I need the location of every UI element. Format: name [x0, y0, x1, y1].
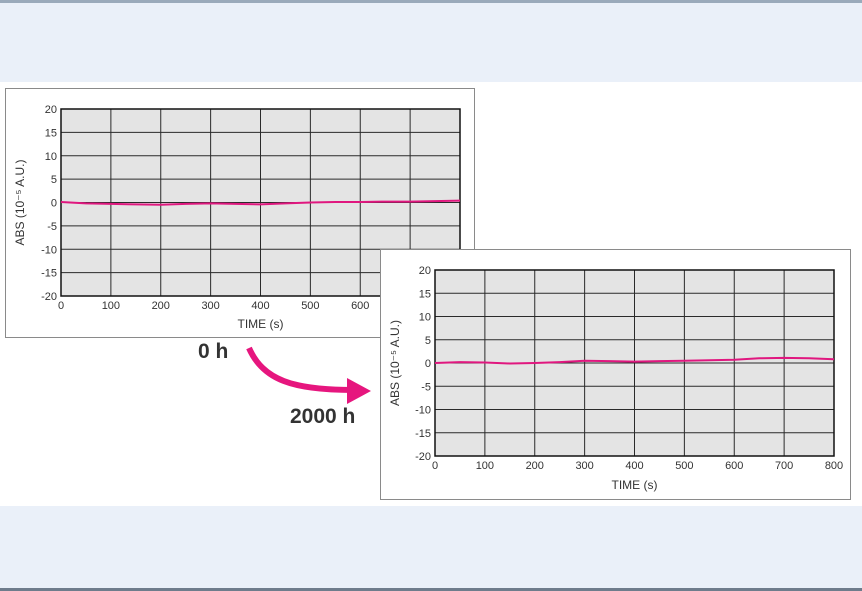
curved-arrow-icon	[246, 346, 371, 404]
x-tick-label: 300	[575, 460, 593, 472]
y-tick-label: -15	[41, 268, 57, 280]
end-time-label: 2000 h	[290, 405, 356, 428]
x-tick-label: 200	[152, 300, 170, 312]
absorbance-chart-2000h: 0 100 200 300 400 500 600 700 800 20 15 10 5 0 -5 -10 -1…	[388, 265, 843, 492]
y-tick-label: -10	[415, 405, 431, 417]
y-tick-label: -5	[421, 381, 431, 393]
x-tick-label: 600	[351, 300, 369, 312]
y-tick-label: -15	[415, 428, 431, 440]
y-tick-label: -5	[47, 221, 57, 233]
x-tick-label: 200	[526, 460, 544, 472]
y-tick-label: 5	[51, 174, 57, 186]
y-tick-label: 10	[45, 151, 57, 163]
x-tick-label: 400	[251, 300, 269, 312]
y-tick-label: -20	[415, 451, 431, 463]
y-tick-label: 0	[51, 198, 57, 210]
x-tick-label: 100	[102, 300, 120, 312]
y-tick-label: 5	[425, 335, 431, 347]
x-tick-label: 100	[476, 460, 494, 472]
x-tick-label: 0	[58, 300, 64, 312]
x-tick-label: 300	[201, 300, 219, 312]
chart-panel-2000h: 0 100 200 300 400 500 600 700 800 20 15 10 5 0 -5 -10 -1…	[380, 249, 851, 500]
y-tick-label: 10	[419, 312, 431, 324]
x-tick-label: 400	[625, 460, 643, 472]
y-tick-label: 15	[45, 127, 57, 139]
y-tick-label: 20	[419, 265, 431, 277]
y-tick-label: -20	[41, 291, 57, 303]
x-axis-title: TIME (s)	[238, 317, 284, 331]
x-tick-label: 500	[675, 460, 693, 472]
start-time-label: 0 h	[198, 340, 229, 363]
x-tick-label: 800	[825, 460, 843, 472]
y-tick-label: 0	[425, 358, 431, 370]
x-axis-title: TIME (s)	[612, 478, 658, 492]
y-axis-title: ABS (10⁻⁵ A.U.)	[388, 320, 402, 406]
x-tick-label: 600	[725, 460, 743, 472]
top-border	[0, 0, 862, 3]
x-tick-label: 500	[301, 300, 319, 312]
y-tick-label: 15	[419, 288, 431, 300]
y-tick-label: 20	[45, 104, 57, 116]
y-tick-label: -10	[41, 244, 57, 256]
x-tick-label: 0	[432, 460, 438, 472]
x-tick-label: 700	[775, 460, 793, 472]
y-axis-title: ABS (10⁻⁵ A.U.)	[13, 159, 27, 245]
